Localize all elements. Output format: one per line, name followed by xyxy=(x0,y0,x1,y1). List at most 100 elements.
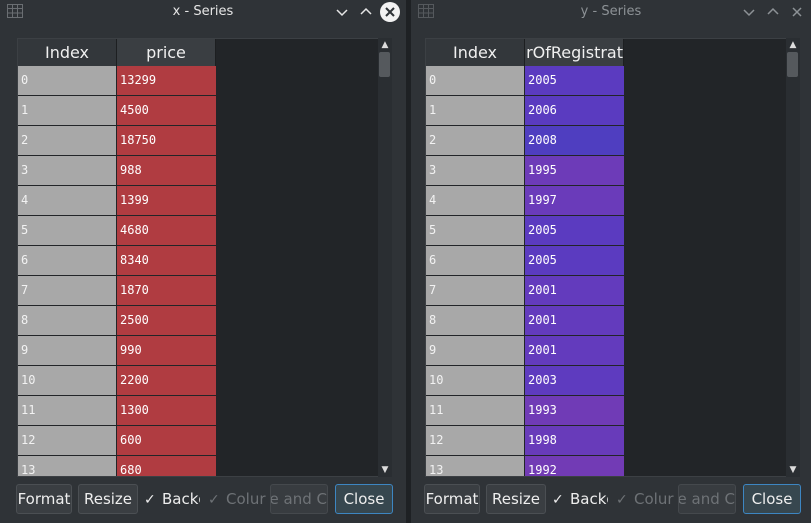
table-row[interactable]: 7 1870 xyxy=(18,276,216,306)
background-checkbox[interactable]: ✓ Backg xyxy=(552,484,608,514)
table-row[interactable]: 4 1997 xyxy=(426,186,624,216)
table-row[interactable]: 10 2003 xyxy=(426,366,624,396)
value-cell[interactable]: 2005 xyxy=(525,246,624,275)
table-row[interactable]: 12 600 xyxy=(18,426,216,456)
title-bar[interactable]: y - Series xyxy=(411,0,811,24)
header-index[interactable]: Index xyxy=(18,39,117,66)
background-checkbox[interactable]: ✓ Backg xyxy=(144,484,200,514)
column-min-max-checkbox[interactable]: ✓ Colur xyxy=(616,484,674,514)
close-button[interactable]: Close xyxy=(335,484,393,514)
table-row[interactable]: 5 4680 xyxy=(18,216,216,246)
value-cell[interactable]: 2008 xyxy=(525,126,624,155)
index-cell[interactable]: 6 xyxy=(426,246,524,275)
table-row[interactable]: 0 13299 xyxy=(18,66,216,96)
value-cell[interactable]: 1997 xyxy=(525,186,624,215)
index-cell[interactable]: 1 xyxy=(426,96,524,125)
columns-and-cells-button[interactable]: e and C xyxy=(678,484,736,514)
table-row[interactable]: 4 1399 xyxy=(18,186,216,216)
index-cell[interactable]: 12 xyxy=(18,426,116,455)
index-cell[interactable]: 5 xyxy=(18,216,116,245)
column-min-max-checkbox[interactable]: ✓ Colur xyxy=(208,484,266,514)
scrollbar-thumb[interactable] xyxy=(787,52,798,77)
index-cell[interactable]: 4 xyxy=(426,186,524,215)
index-cell[interactable]: 9 xyxy=(426,336,524,365)
index-cell[interactable]: 12 xyxy=(426,426,524,455)
series-table[interactable]: Index price 0 13299 1 4500 2 18750 3 988 4 1399 5 4… xyxy=(17,38,379,477)
value-cell[interactable]: 680 xyxy=(117,456,216,476)
series-table[interactable]: Index arOfRegistrat 0 2005 1 2006 2 2008 3 1995… xyxy=(425,38,787,477)
value-cell[interactable]: 2200 xyxy=(117,366,216,395)
table-row[interactable]: 1 4500 xyxy=(18,96,216,126)
value-cell[interactable]: 4680 xyxy=(117,216,216,245)
table-row[interactable]: 2 18750 xyxy=(18,126,216,156)
format-button[interactable]: Format xyxy=(424,484,480,514)
table-row[interactable]: 10 2200 xyxy=(18,366,216,396)
index-cell[interactable]: 11 xyxy=(18,396,116,425)
table-row[interactable]: 6 2005 xyxy=(426,246,624,276)
table-row[interactable]: 9 990 xyxy=(18,336,216,366)
close-window-button[interactable] xyxy=(380,2,400,22)
value-cell[interactable]: 2005 xyxy=(525,66,624,95)
index-cell[interactable]: 8 xyxy=(18,306,116,335)
value-cell[interactable]: 2001 xyxy=(525,276,624,305)
title-bar[interactable]: x - Series xyxy=(0,0,406,24)
value-cell[interactable]: 2005 xyxy=(525,216,624,245)
table-row[interactable]: 12 1998 xyxy=(426,426,624,456)
index-cell[interactable]: 4 xyxy=(18,186,116,215)
chevron-up-icon[interactable] xyxy=(763,2,783,22)
index-cell[interactable]: 2 xyxy=(18,126,116,155)
header-index[interactable]: Index xyxy=(426,39,525,66)
scroll-up-arrow-icon[interactable]: ▲ xyxy=(380,40,390,50)
value-cell[interactable]: 988 xyxy=(117,156,216,185)
chevron-down-icon[interactable] xyxy=(739,2,759,22)
index-cell[interactable]: 8 xyxy=(426,306,524,335)
index-cell[interactable]: 0 xyxy=(18,66,116,95)
table-row[interactable]: 3 988 xyxy=(18,156,216,186)
index-cell[interactable]: 1 xyxy=(18,96,116,125)
table-row[interactable]: 13 1992 xyxy=(426,456,624,476)
value-cell[interactable]: 2500 xyxy=(117,306,216,335)
value-cell[interactable]: 2001 xyxy=(525,336,624,365)
chevron-up-icon[interactable] xyxy=(356,2,376,22)
index-cell[interactable]: 7 xyxy=(426,276,524,305)
value-cell[interactable]: 600 xyxy=(117,426,216,455)
value-cell[interactable]: 2003 xyxy=(525,366,624,395)
close-window-button[interactable] xyxy=(787,2,807,22)
resize-button[interactable]: Resize xyxy=(78,484,138,514)
value-cell[interactable]: 990 xyxy=(117,336,216,365)
table-row[interactable]: 11 1300 xyxy=(18,396,216,426)
value-cell[interactable]: 2006 xyxy=(525,96,624,125)
table-row[interactable]: 5 2005 xyxy=(426,216,624,246)
header-price[interactable]: price xyxy=(117,39,216,66)
vertical-scrollbar[interactable]: ▲ ▼ xyxy=(786,38,800,477)
index-cell[interactable]: 0 xyxy=(426,66,524,95)
resize-button[interactable]: Resize xyxy=(486,484,546,514)
index-cell[interactable]: 10 xyxy=(18,366,116,395)
table-row[interactable]: 9 2001 xyxy=(426,336,624,366)
index-cell[interactable]: 3 xyxy=(18,156,116,185)
value-cell[interactable]: 13299 xyxy=(117,66,216,95)
scrollbar-thumb[interactable] xyxy=(379,52,390,77)
chevron-down-icon[interactable] xyxy=(332,2,352,22)
header-year-of-registration[interactable]: arOfRegistrat xyxy=(525,39,624,66)
table-row[interactable]: 13 680 xyxy=(18,456,216,476)
value-cell[interactable]: 1998 xyxy=(525,426,624,455)
table-row[interactable]: 6 8340 xyxy=(18,246,216,276)
scroll-down-arrow-icon[interactable]: ▼ xyxy=(788,465,798,475)
table-row[interactable]: 2 2008 xyxy=(426,126,624,156)
value-cell[interactable]: 1993 xyxy=(525,396,624,425)
value-cell[interactable]: 1399 xyxy=(117,186,216,215)
table-row[interactable]: 7 2001 xyxy=(426,276,624,306)
index-cell[interactable]: 10 xyxy=(426,366,524,395)
table-row[interactable]: 11 1993 xyxy=(426,396,624,426)
index-cell[interactable]: 13 xyxy=(18,456,116,476)
scroll-up-arrow-icon[interactable]: ▲ xyxy=(788,40,798,50)
value-cell[interactable]: 4500 xyxy=(117,96,216,125)
value-cell[interactable]: 2001 xyxy=(525,306,624,335)
vertical-scrollbar[interactable]: ▲ ▼ xyxy=(378,38,392,477)
index-cell[interactable]: 6 xyxy=(18,246,116,275)
index-cell[interactable]: 3 xyxy=(426,156,524,185)
scroll-down-arrow-icon[interactable]: ▼ xyxy=(380,465,390,475)
value-cell[interactable]: 1995 xyxy=(525,156,624,185)
columns-and-cells-button[interactable]: e and C xyxy=(270,484,328,514)
